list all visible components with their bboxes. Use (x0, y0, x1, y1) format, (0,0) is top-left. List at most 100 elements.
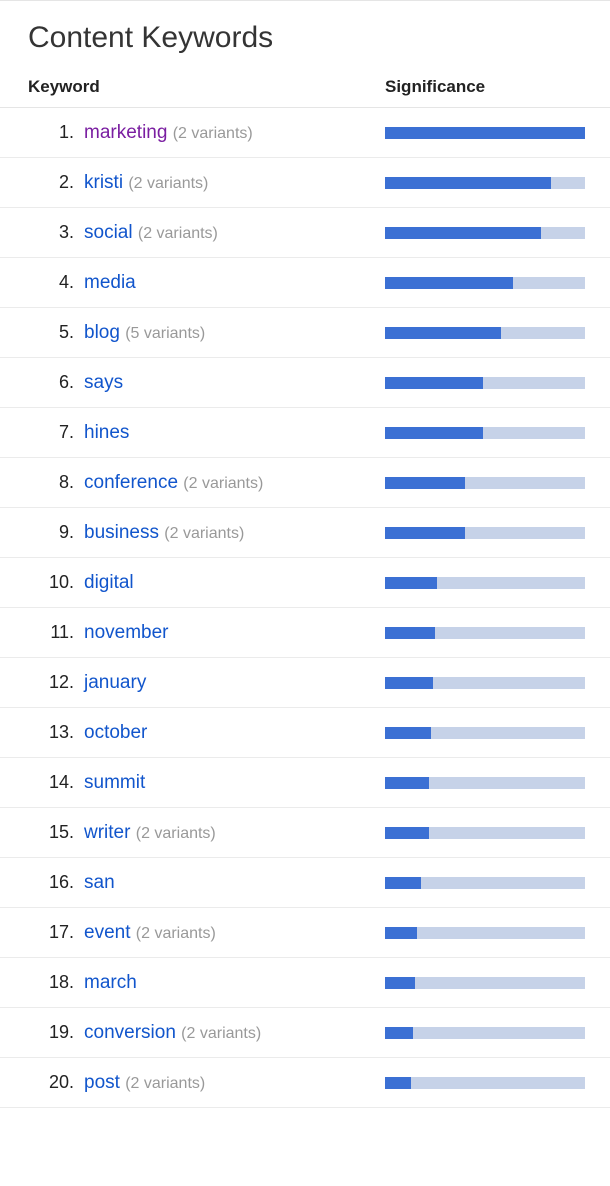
table-row: 13.october (0, 708, 610, 758)
keyword-link[interactable]: hines (84, 422, 129, 443)
table-row: 11.november (0, 608, 610, 658)
table-body: 1.marketing (2 variants)2.kristi (2 vari… (0, 108, 610, 1108)
table-row: 9.business (2 variants) (0, 508, 610, 558)
significance-bar (385, 527, 585, 539)
row-keyword-cell: october (84, 722, 385, 744)
significance-bar-fill (385, 1027, 413, 1039)
row-keyword-cell: social (2 variants) (84, 222, 385, 244)
significance-bar-fill (385, 777, 429, 789)
keyword-link[interactable]: digital (84, 572, 134, 593)
keyword-variants: (2 variants) (183, 475, 263, 492)
table-row: 16.san (0, 858, 610, 908)
row-keyword-cell: digital (84, 572, 385, 594)
significance-bar (385, 727, 585, 739)
row-rank: 13. (0, 722, 84, 743)
keyword-link[interactable]: event (84, 922, 130, 943)
row-rank: 1. (0, 122, 84, 143)
row-keyword-cell: conference (2 variants) (84, 472, 385, 494)
row-rank: 16. (0, 872, 84, 893)
row-rank: 11. (0, 622, 84, 643)
table-row: 10.digital (0, 558, 610, 608)
row-keyword-cell: says (84, 372, 385, 394)
significance-bar (385, 777, 585, 789)
significance-bar-fill (385, 827, 429, 839)
page-title: Content Keywords (0, 1, 610, 77)
significance-bar (385, 977, 585, 989)
keyword-link[interactable]: kristi (84, 172, 123, 193)
row-keyword-cell: blog (5 variants) (84, 322, 385, 344)
table-row: 4.media (0, 258, 610, 308)
table-row: 8.conference (2 variants) (0, 458, 610, 508)
row-keyword-cell: san (84, 872, 385, 894)
significance-bar (385, 277, 585, 289)
table-row: 17.event (2 variants) (0, 908, 610, 958)
keyword-variants: (2 variants) (125, 1075, 205, 1092)
row-rank: 5. (0, 322, 84, 343)
column-header-significance[interactable]: Significance (385, 77, 485, 97)
keyword-link[interactable]: summit (84, 772, 145, 793)
keyword-link[interactable]: business (84, 522, 159, 543)
row-keyword-cell: marketing (2 variants) (84, 122, 385, 144)
keyword-variants: (5 variants) (125, 325, 205, 342)
significance-bar (385, 877, 585, 889)
keyword-link[interactable]: writer (84, 822, 130, 843)
row-keyword-cell: event (2 variants) (84, 922, 385, 944)
row-keyword-cell: post (2 variants) (84, 1072, 385, 1094)
row-keyword-cell: november (84, 622, 385, 644)
keyword-link[interactable]: post (84, 1072, 120, 1093)
table-row: 18.march (0, 958, 610, 1008)
keyword-variants: (2 variants) (173, 125, 253, 142)
keyword-link[interactable]: media (84, 272, 136, 293)
row-rank: 9. (0, 522, 84, 543)
table-row: 12.january (0, 658, 610, 708)
significance-bar-fill (385, 877, 421, 889)
row-rank: 20. (0, 1072, 84, 1093)
significance-bar (385, 477, 585, 489)
significance-bar (385, 627, 585, 639)
row-keyword-cell: march (84, 972, 385, 994)
row-keyword-cell: writer (2 variants) (84, 822, 385, 844)
row-keyword-cell: business (2 variants) (84, 522, 385, 544)
row-rank: 14. (0, 772, 84, 793)
row-keyword-cell: media (84, 272, 385, 294)
table-row: 14.summit (0, 758, 610, 808)
keyword-variants: (2 variants) (128, 175, 208, 192)
table-header-row: Keyword Significance (0, 77, 610, 108)
content-keywords-panel: Content Keywords Keyword Significance 1.… (0, 0, 610, 1108)
keyword-link[interactable]: october (84, 722, 147, 743)
column-header-keyword[interactable]: Keyword (0, 77, 385, 97)
keyword-link[interactable]: november (84, 622, 169, 643)
significance-bar-fill (385, 927, 417, 939)
significance-bar (385, 427, 585, 439)
keyword-link[interactable]: san (84, 872, 115, 893)
significance-bar-fill (385, 1077, 411, 1089)
keyword-variants: (2 variants) (164, 525, 244, 542)
table-row: 7.hines (0, 408, 610, 458)
significance-bar-fill (385, 977, 415, 989)
table-row: 2.kristi (2 variants) (0, 158, 610, 208)
keyword-link[interactable]: marketing (84, 122, 167, 143)
significance-bar-fill (385, 677, 433, 689)
keyword-link[interactable]: conference (84, 472, 178, 493)
table-row: 3.social (2 variants) (0, 208, 610, 258)
row-rank: 4. (0, 272, 84, 293)
keyword-link[interactable]: says (84, 372, 123, 393)
keyword-link[interactable]: january (84, 672, 146, 693)
row-keyword-cell: hines (84, 422, 385, 444)
table-row: 19.conversion (2 variants) (0, 1008, 610, 1058)
significance-bar (385, 927, 585, 939)
significance-bar-fill (385, 327, 501, 339)
keyword-variants: (2 variants) (181, 1025, 261, 1042)
significance-bar-fill (385, 427, 483, 439)
table-row: 15.writer (2 variants) (0, 808, 610, 858)
keyword-link[interactable]: social (84, 222, 133, 243)
keyword-link[interactable]: march (84, 972, 137, 993)
significance-bar (385, 827, 585, 839)
row-rank: 19. (0, 1022, 84, 1043)
row-rank: 12. (0, 672, 84, 693)
keyword-link[interactable]: blog (84, 322, 120, 343)
table-row: 1.marketing (2 variants) (0, 108, 610, 158)
keyword-link[interactable]: conversion (84, 1022, 176, 1043)
keyword-variants: (2 variants) (138, 225, 218, 242)
significance-bar-fill (385, 377, 483, 389)
